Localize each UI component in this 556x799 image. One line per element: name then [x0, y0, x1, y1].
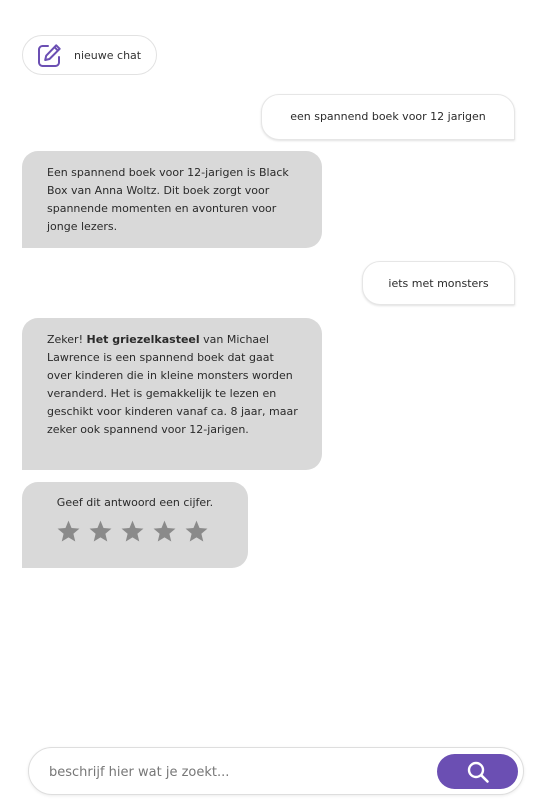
search-icon — [467, 761, 489, 783]
user-message: iets met monsters — [362, 261, 515, 305]
message-text: Een spannend boek voor 12-jarigen is Bla… — [47, 166, 289, 233]
rating-prompt: Geef dit antwoord een cijfer. — [56, 496, 214, 509]
new-chat-button[interactable]: nieuwe chat — [22, 35, 157, 75]
bot-message: Zeker! Het griezelkasteel van Michael La… — [22, 318, 322, 470]
user-message: een spannend boek voor 12 jarigen — [261, 94, 515, 140]
message-text: iets met monsters — [388, 277, 489, 290]
search-button[interactable] — [437, 754, 518, 789]
edit-icon — [38, 44, 61, 67]
bot-message: Een spannend boek voor 12-jarigen is Bla… — [22, 151, 322, 248]
message-prefix: Zeker! — [47, 333, 87, 346]
message-text: Zeker! Het griezelkasteel van Michael La… — [47, 331, 300, 439]
message-text: een spannend boek voor 12 jarigen — [290, 110, 486, 123]
search-bar — [28, 747, 524, 795]
star-rating — [56, 519, 209, 544]
search-input[interactable] — [47, 760, 431, 784]
star-icon[interactable] — [152, 519, 177, 544]
new-chat-label: nieuwe chat — [74, 49, 142, 62]
star-icon[interactable] — [120, 519, 145, 544]
star-icon[interactable] — [184, 519, 209, 544]
rating-card: Geef dit antwoord een cijfer. — [22, 482, 248, 568]
book-title: Het griezelkasteel — [86, 333, 200, 346]
star-icon[interactable] — [88, 519, 113, 544]
message-suffix: van Michael Lawrence is een spannend boe… — [47, 333, 298, 436]
star-icon[interactable] — [56, 519, 81, 544]
